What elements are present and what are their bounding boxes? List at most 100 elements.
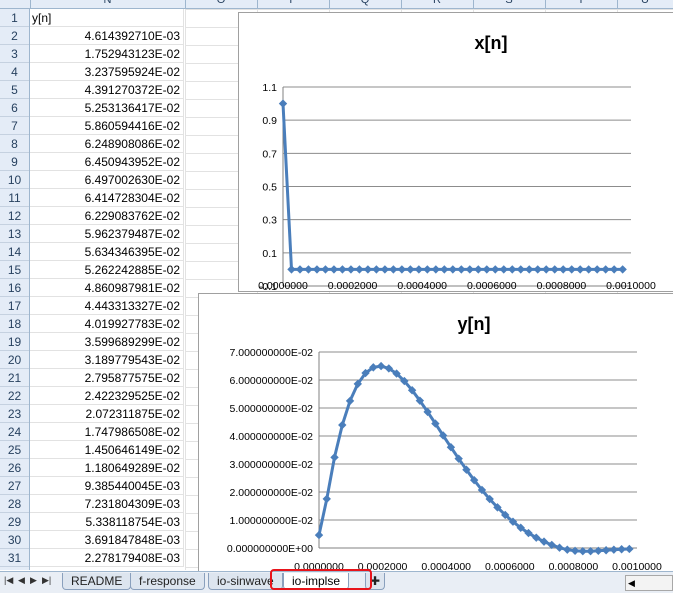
- cell-value[interactable]: 1.180649289E-02: [30, 459, 184, 477]
- cell-value[interactable]: 4.614392710E-03: [30, 27, 184, 45]
- row-number[interactable]: 6: [0, 99, 29, 117]
- next-sheet-icon[interactable]: ▶: [30, 575, 37, 586]
- column-header[interactable]: O: [185, 0, 257, 8]
- chart-x-data-point: [550, 265, 559, 274]
- chart-x-data-point: [448, 265, 458, 274]
- row-number[interactable]: 18: [0, 315, 29, 333]
- row-number[interactable]: 29: [0, 513, 29, 531]
- column-header[interactable]: S: [473, 0, 545, 8]
- row-number[interactable]: 13: [0, 225, 29, 243]
- row-number[interactable]: 21: [0, 369, 29, 387]
- cell-value[interactable]: 6.248908086E-02: [30, 135, 184, 153]
- prev-sheet-icon[interactable]: ◀: [18, 575, 25, 586]
- cell-value[interactable]: 2.278179408E-03: [30, 549, 184, 567]
- cell-value[interactable]: 2.422329525E-02: [30, 387, 184, 405]
- row-number[interactable]: 26: [0, 459, 29, 477]
- chart-x-y-tick-label: 1.1: [262, 82, 277, 94]
- scroll-left-icon[interactable]: ◀: [628, 576, 635, 590]
- chart-x-svg: x[n] -0.10.10.30.50.70.91.10.0000000 0.00…: [258, 33, 656, 291]
- cell-value[interactable]: 5.634346395E-02: [30, 243, 184, 261]
- chart-y[interactable]: y[n] 0.000000000E+00 1.000000000E-02 2.000…: [198, 293, 673, 572]
- chart-y-data-point: [617, 545, 626, 554]
- cell-value[interactable]: 6.229083762E-02: [30, 207, 184, 225]
- cell-value[interactable]: 9.385440045E-03: [30, 477, 184, 495]
- cell-value[interactable]: 7.231804309E-03: [30, 495, 184, 513]
- chart-x-data-point: [321, 265, 330, 274]
- row-number[interactable]: 31: [0, 549, 29, 567]
- chart-x-data-point: [372, 265, 381, 274]
- chart-y-y-tick-label: 6.000000000E-02: [230, 375, 314, 387]
- chart-y-data-point: [555, 543, 564, 552]
- tab-f-response[interactable]: f-response: [130, 573, 205, 590]
- cell-value[interactable]: 6.414728304E-02: [30, 189, 184, 207]
- chart-x-data-point: [567, 265, 576, 274]
- row-number[interactable]: 12: [0, 207, 29, 225]
- chart-y-data-point: [609, 545, 619, 554]
- row-number[interactable]: 11: [0, 189, 29, 207]
- first-sheet-icon[interactable]: |◀: [4, 575, 13, 586]
- cell-value[interactable]: 1.450646149E-02: [30, 441, 184, 459]
- chart-x-data-point: [601, 265, 610, 274]
- row-number[interactable]: 1: [0, 9, 29, 27]
- cell-value[interactable]: 6.450943952E-02: [30, 153, 184, 171]
- cell-value[interactable]: 3.237595924E-02: [30, 63, 184, 81]
- row-number[interactable]: 19: [0, 333, 29, 351]
- cell-value[interactable]: 2.795877575E-02: [30, 369, 184, 387]
- column-n-header-cell[interactable]: y[n]: [30, 9, 184, 27]
- cell-value[interactable]: 1.747986508E-02: [30, 423, 184, 441]
- row-number[interactable]: 2: [0, 27, 29, 45]
- chart-x-data-point: [287, 265, 296, 274]
- row-number[interactable]: 10: [0, 171, 29, 189]
- cell-value[interactable]: 4.860987981E-02: [30, 279, 184, 297]
- row-number[interactable]: 16: [0, 279, 29, 297]
- column-header[interactable]: T: [545, 0, 617, 8]
- cell-value[interactable]: 4.443313327E-02: [30, 297, 184, 315]
- chart-x-data-point: [278, 99, 288, 108]
- row-number[interactable]: 24: [0, 423, 29, 441]
- cell-value[interactable]: 5.338118754E-03: [30, 513, 184, 531]
- cell-value[interactable]: 5.262242885E-02: [30, 261, 184, 279]
- row-number[interactable]: 4: [0, 63, 29, 81]
- row-number[interactable]: 25: [0, 441, 29, 459]
- column-header[interactable]: U: [617, 0, 673, 8]
- row-number[interactable]: 20: [0, 351, 29, 369]
- last-sheet-icon[interactable]: ▶|: [42, 575, 51, 586]
- row-number[interactable]: 5: [0, 81, 29, 99]
- column-header[interactable]: N: [30, 0, 185, 8]
- chart-x-data-point: [295, 265, 305, 274]
- row-number[interactable]: 9: [0, 153, 29, 171]
- column-header[interactable]: P: [257, 0, 329, 8]
- chart-x[interactable]: x[n] -0.1 0.1 0.3 0.5 0.7 0.9 1.1 0.0000000 0.00…: [238, 12, 673, 292]
- cell-value[interactable]: 4.019927783E-02: [30, 315, 184, 333]
- chart-x-data-point: [304, 265, 313, 274]
- row-number[interactable]: 30: [0, 531, 29, 549]
- cell-value[interactable]: 3.189779543E-02: [30, 351, 184, 369]
- row-number[interactable]: 15: [0, 261, 29, 279]
- row-number[interactable]: 23: [0, 405, 29, 423]
- cell-value[interactable]: 5.962379487E-02: [30, 225, 184, 243]
- chart-x-data-point: [423, 265, 432, 274]
- column-header[interactable]: R: [401, 0, 473, 8]
- row-number[interactable]: 14: [0, 243, 29, 261]
- chart-x-y-tick-label: 0.9: [262, 115, 277, 127]
- cell-value[interactable]: 1.752943123E-02: [30, 45, 184, 63]
- cell-value[interactable]: 3.599689299E-02: [30, 333, 184, 351]
- chart-x-data-point: [440, 265, 449, 274]
- cell-value[interactable]: 5.860594416E-02: [30, 117, 184, 135]
- cell-value[interactable]: 4.391270372E-02: [30, 81, 184, 99]
- row-number[interactable]: 7: [0, 117, 29, 135]
- row-number[interactable]: 17: [0, 297, 29, 315]
- cell-value[interactable]: 6.497002630E-02: [30, 171, 184, 189]
- row-number[interactable]: 3: [0, 45, 29, 63]
- tab-readme[interactable]: README: [62, 573, 132, 590]
- column-header[interactable]: Q: [329, 0, 401, 8]
- row-number[interactable]: 8: [0, 135, 29, 153]
- cell-value[interactable]: 5.253136417E-02: [30, 99, 184, 117]
- chart-x-data-point: [508, 265, 517, 274]
- horizontal-scrollbar[interactable]: ◀: [625, 575, 673, 591]
- row-number[interactable]: 22: [0, 387, 29, 405]
- cell-value[interactable]: 2.072311875E-02: [30, 405, 184, 423]
- row-number[interactable]: 28: [0, 495, 29, 513]
- row-number[interactable]: 27: [0, 477, 29, 495]
- cell-value[interactable]: 3.691847848E-03: [30, 531, 184, 549]
